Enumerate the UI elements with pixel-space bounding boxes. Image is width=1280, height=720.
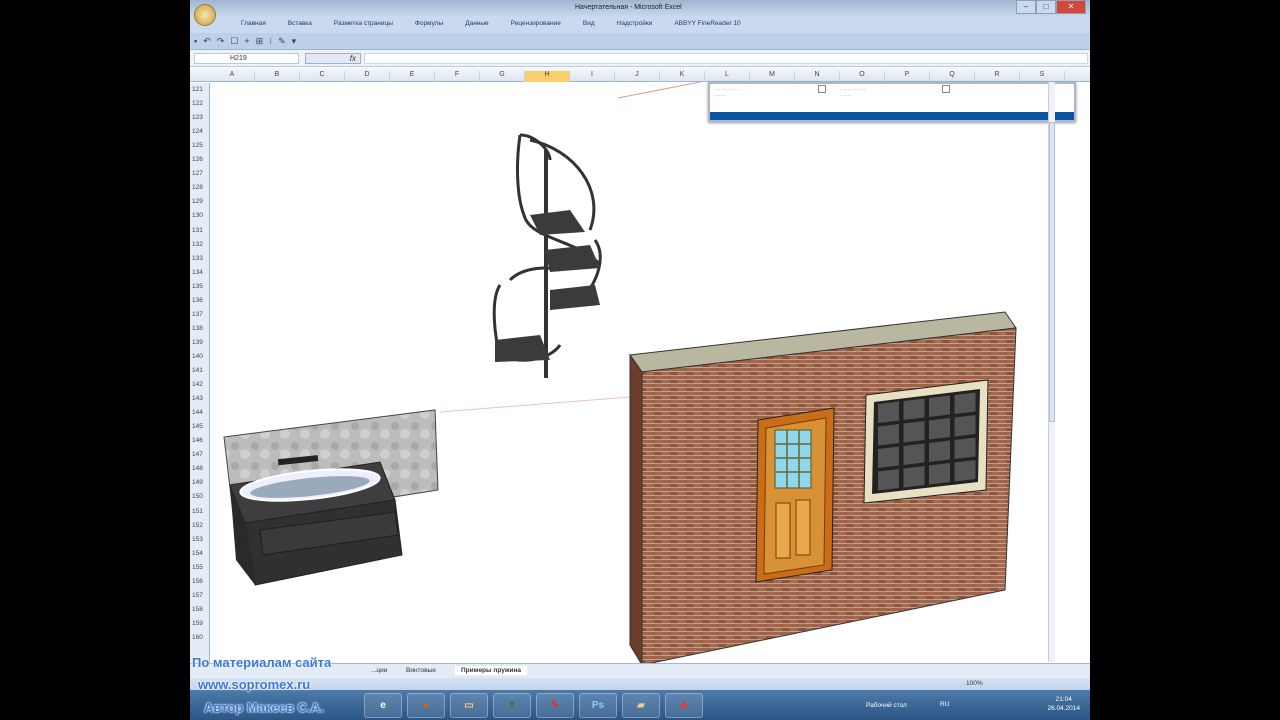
taskbar-folder-icon[interactable]: ▰ [622,693,660,718]
zoom-level[interactable]: 100% [966,680,983,687]
sheet-tab[interactable]: ...ции [365,666,393,675]
window-pane [878,401,899,423]
dialog-footer [710,112,1074,120]
door [755,407,835,583]
language-indicator[interactable]: RU [940,701,949,708]
window-pane [903,398,925,420]
taskbar-pen-tool-icon[interactable]: ✎ [536,693,574,718]
window-pane [929,440,950,462]
dialog-checkbox[interactable] [818,85,826,93]
taskbar-photoshop-icon[interactable]: Ps [579,693,617,718]
window-pane [903,421,925,443]
spiral-staircase [492,133,602,378]
brick-wall [629,311,1017,663]
sheet-tab[interactable]: Винтовые [400,666,442,675]
window-pane [929,463,950,485]
window-pane [903,466,925,488]
clock[interactable]: 21:04 26.04.2014 [1047,695,1080,713]
status-bar: 100% [190,678,1090,690]
window-pane [929,418,950,440]
scroll-thumb[interactable] [1049,122,1055,422]
screen: Начертательная - Microsoft Excel – □ ✕ Г… [190,0,1090,720]
window-pane [878,424,899,446]
bathtub [223,409,439,586]
floating-dialog: .............................. .........… [708,82,1076,122]
window-pane [954,392,976,414]
window-pane [954,460,976,482]
taskbar-sketchup-icon[interactable]: ◆ [665,693,703,718]
watermark-line1: По материалам сайта [192,655,332,670]
window-pane [954,415,976,437]
window-pane [929,395,950,417]
clock-date: 26.04.2014 [1047,705,1080,712]
taskbar-firefox-icon[interactable]: ● [407,693,445,718]
clock-time: 21:04 [1055,696,1072,703]
axis-line [617,81,701,99]
window-pane [878,469,899,491]
sheet-tab[interactable]: Примеры пружина [455,666,528,675]
window-pane [878,446,899,468]
taskbar: e ● ▭ X ✎ Ps ▰ ◆ Рабочий стол RU 21:04 26.04.20… [190,690,1090,720]
watermark-line2: www.sopromex.ru [198,677,311,692]
taskbar-ie-icon[interactable]: e [364,693,402,718]
window [863,379,989,504]
dialog-checkbox[interactable] [942,85,950,93]
vertical-scrollbar[interactable] [1048,82,1055,662]
window-pane [954,437,976,459]
window-pane [903,443,925,465]
desktop-label[interactable]: Рабочий стол [866,702,907,709]
taskbar-explorer-icon[interactable]: ▭ [450,693,488,718]
watermark-line3: Автор Макеев С.А. [204,700,324,715]
taskbar-excel-icon[interactable]: X [493,693,531,718]
axis-line [439,396,631,413]
